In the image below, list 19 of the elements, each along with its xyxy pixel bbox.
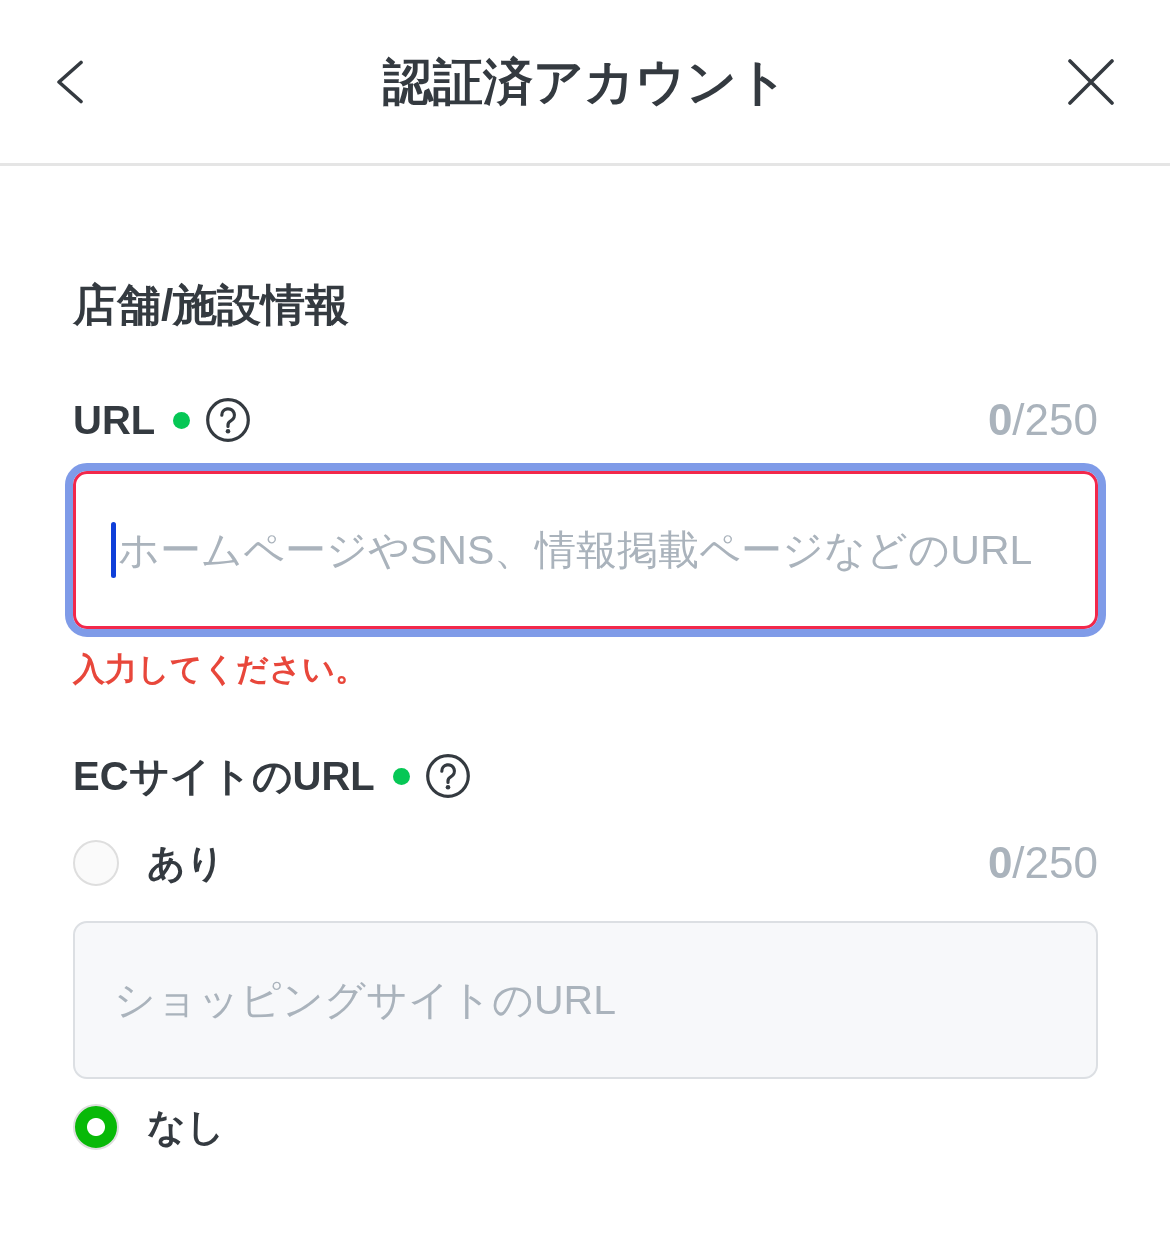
- help-icon[interactable]: [425, 754, 470, 798]
- chevron-left-icon: [56, 59, 84, 104]
- section-title: 店舗/施設情報: [73, 279, 350, 331]
- field-label: URL: [73, 397, 156, 444]
- input-field[interactable]: ホームページやSNS、情報掲載ページなどのURL: [65, 463, 1106, 637]
- field-label: ECサイトのURL: [73, 753, 375, 800]
- radio-button[interactable]: [73, 840, 119, 886]
- back-button[interactable]: [56, 59, 84, 104]
- error-message: 入力してください。: [73, 650, 367, 689]
- radio-label[interactable]: あり: [147, 833, 225, 893]
- character-counter: 0/250: [987, 394, 1098, 446]
- close-icon: [1068, 58, 1114, 105]
- character-counter: 0/250: [987, 837, 1098, 889]
- help-icon[interactable]: [206, 398, 251, 442]
- page-title: 認証済アカウント: [382, 52, 788, 112]
- text-cursor-icon: [111, 522, 116, 578]
- close-button[interactable]: [1068, 58, 1114, 105]
- radio-button[interactable]: [73, 1104, 119, 1150]
- radio-label[interactable]: なし: [147, 1097, 225, 1157]
